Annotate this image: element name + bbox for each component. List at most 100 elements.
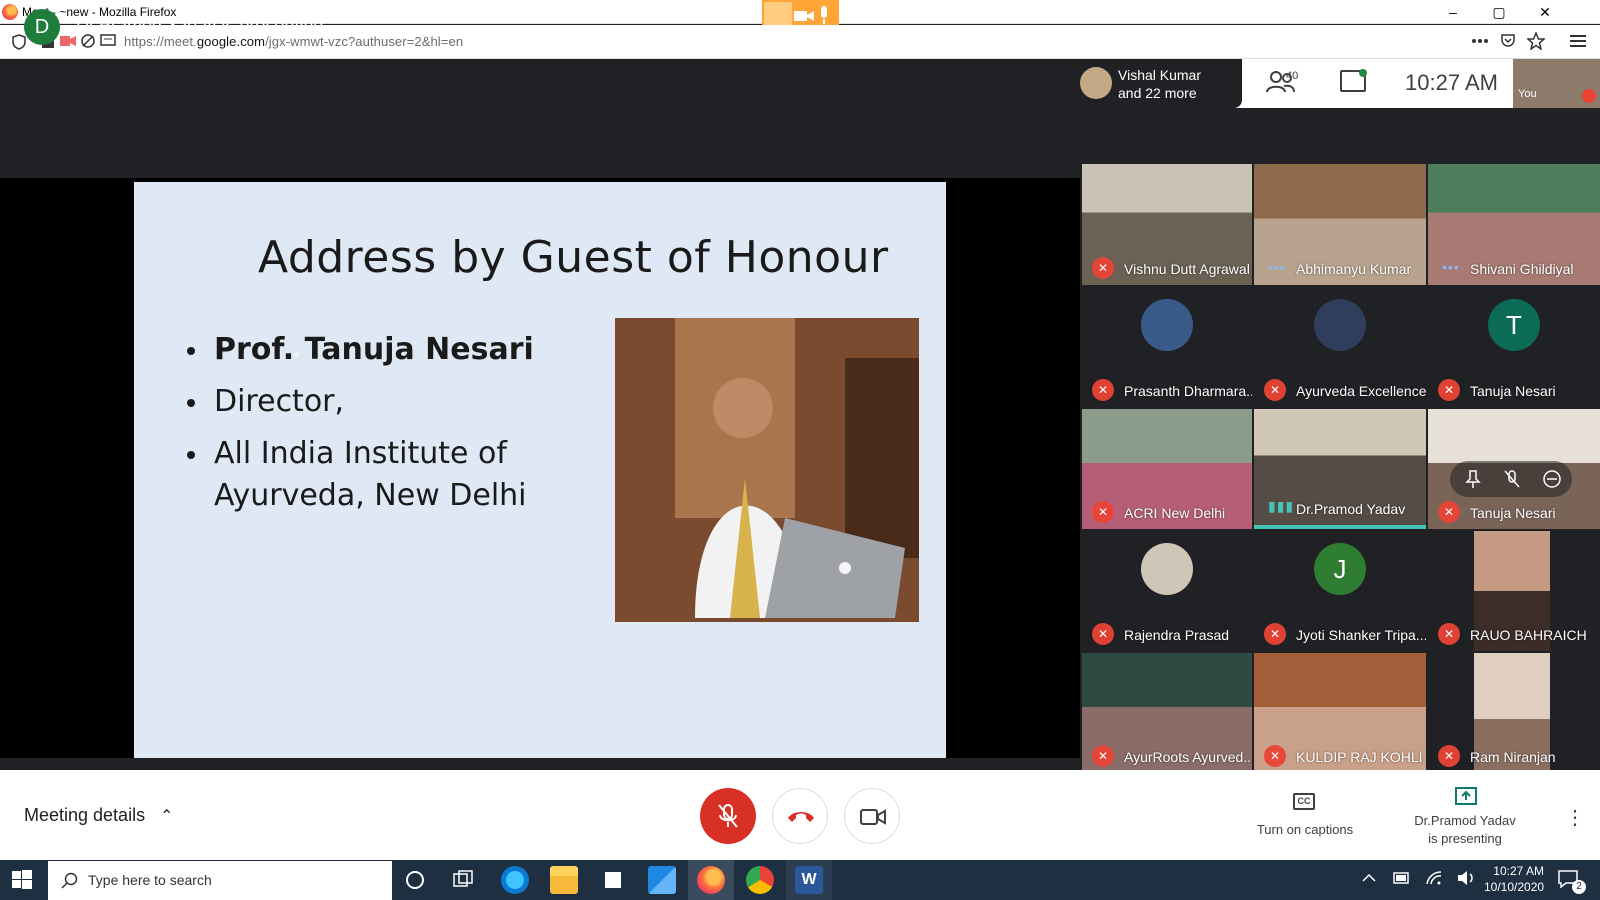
captions-icon: CC	[1293, 793, 1315, 810]
participant-tile[interactable]: ✕ Rajendra Prasad	[1082, 531, 1252, 651]
participant-tile[interactable]: T ✕ Tanuja Nesari	[1428, 287, 1600, 407]
present-now-icon[interactable]	[1455, 787, 1477, 807]
presenting-status: Dr.Pramod Yadav is presenting	[76, 15, 324, 35]
taskbar-time: 10:27 AM	[1493, 864, 1544, 878]
mail-icon[interactable]	[648, 866, 676, 894]
shield-icon[interactable]	[12, 34, 26, 50]
participant-tile[interactable]: ••• Abhimanyu Kumar	[1254, 164, 1426, 285]
presenting-line2: is presenting	[1428, 831, 1502, 846]
participant-tile[interactable]: ✕ Prasanth Dharmara...	[1082, 287, 1252, 407]
more-options-icon[interactable]: ⋮	[1565, 805, 1585, 830]
mute-for-all-icon[interactable]	[1503, 469, 1521, 489]
participant-tile[interactable]: ✕ AyurRoots Ayurved...	[1082, 653, 1252, 773]
unmute-button[interactable]	[700, 788, 756, 844]
participant-name: Tanuja Nesari	[1470, 505, 1556, 521]
muted-mic-icon: ✕	[1092, 745, 1114, 767]
muted-mic-icon: ✕	[1092, 623, 1114, 645]
participant-tile[interactable]: J ✕ Jyoti Shanker Tripa...	[1254, 531, 1426, 651]
volume-icon[interactable]	[1457, 870, 1475, 886]
hamburger-menu-icon[interactable]	[1570, 34, 1586, 48]
bullet-dot	[187, 347, 195, 355]
wifi-icon[interactable]	[1425, 870, 1443, 886]
participant-name: Ayurveda Excellence	[1296, 383, 1426, 399]
remove-participant-icon[interactable]	[1542, 469, 1562, 489]
slide-title: Address by Guest of Honour	[258, 232, 889, 283]
muted-mic-icon: ✕	[1092, 257, 1114, 279]
participant-name: Shivani Ghildiyal	[1470, 261, 1574, 277]
participant-tile[interactable]: ✕ Ram Niranjan	[1428, 653, 1600, 773]
participant-name: Prasanth Dharmara...	[1124, 383, 1252, 399]
participant-tile[interactable]: ✕ ACRI New Delhi	[1082, 409, 1252, 529]
url-suffix: /jgx-wmwt-vzc?authuser=2&hl=en	[265, 34, 464, 49]
slide-bullet-institute: All India Institute of	[214, 436, 507, 471]
participant-tile-speaking[interactable]: ▮▮▮ Dr.Pramod Yadav	[1254, 409, 1426, 529]
muted-mic-icon: ✕	[1438, 623, 1460, 645]
store-icon[interactable]	[599, 866, 627, 894]
participant-tile[interactable]: ✕ RAUO BAHRAICH	[1428, 531, 1600, 651]
task-view-icon[interactable]	[452, 869, 474, 891]
captions-label[interactable]: Turn on captions	[1250, 822, 1360, 837]
word-icon[interactable]: W	[795, 866, 823, 894]
close-window-button[interactable]: ✕	[1522, 2, 1568, 22]
microphone-share-icon	[821, 6, 827, 24]
camera-icon	[860, 809, 886, 825]
participants-summary-line2: and 22 more	[1118, 85, 1197, 101]
participants-summary-text: Vishal Kumar and 22 more	[1118, 66, 1201, 102]
presenter-avatar: D	[24, 9, 60, 45]
muted-mic-icon: ✕	[1438, 379, 1460, 401]
participant-tile[interactable]: ✕ KULDIP RAJ KOHLI	[1254, 653, 1426, 773]
bookmark-star-icon[interactable]	[1527, 32, 1545, 50]
edge-icon[interactable]	[501, 866, 529, 894]
meeting-clock: 10:27 AM	[1405, 70, 1498, 95]
muted-mic-icon: ✕	[1264, 745, 1286, 767]
presenting-status-button[interactable]: Dr.Pramod Yadav is presenting	[1405, 812, 1525, 848]
firefox-icon	[2, 4, 18, 20]
pin-icon[interactable]	[1464, 469, 1482, 489]
firefox-taskbar-icon[interactable]	[697, 866, 725, 894]
participant-tile[interactable]: ✕ Ayurveda Excellence	[1254, 287, 1426, 407]
guest-photo-illustration	[615, 318, 919, 622]
cortana-icon[interactable]	[404, 869, 426, 891]
taskbar-search-placeholder: Type here to search	[88, 872, 212, 888]
participant-tile[interactable]: ••• Shivani Ghildiyal	[1428, 164, 1600, 285]
slide-bullet-name: Prof. Tanuja Nesari	[214, 332, 534, 367]
hang-up-icon	[788, 812, 814, 822]
minimize-button[interactable]: –	[1430, 2, 1476, 22]
participant-name: ACRI New Delhi	[1124, 505, 1226, 521]
guest-photo	[615, 318, 919, 622]
muted-mic-icon: ✕	[1092, 501, 1114, 523]
taskbar-clock[interactable]: 10:27 AM 10/10/2020	[1484, 863, 1544, 895]
battery-icon[interactable]	[1393, 871, 1411, 885]
presenting-line1: Dr.Pramod Yadav	[1414, 813, 1516, 828]
reader-icon[interactable]	[100, 34, 116, 48]
participant-initial-avatar: T	[1488, 299, 1540, 351]
participant-tile[interactable]: ✕ Tanuja Nesari	[1428, 409, 1600, 529]
maximize-button[interactable]: ▢	[1476, 2, 1522, 22]
muted-mic-icon: ✕	[1264, 379, 1286, 401]
participant-name: Vishnu Dutt Agrawal	[1124, 261, 1250, 277]
participant-name: KULDIP RAJ KOHLI	[1296, 749, 1423, 765]
tray-overflow-chevron-icon[interactable]	[1362, 873, 1376, 883]
chrome-icon[interactable]	[746, 866, 774, 894]
url-field[interactable]: https://meet.google.com/jgx-wmwt-vzc?aut…	[124, 34, 463, 49]
camera-toggle-button[interactable]	[844, 788, 900, 844]
windows-start-icon[interactable]	[10, 868, 34, 892]
participants-summary[interactable]: Vishal Kumar and 22 more	[1072, 59, 1242, 108]
pocket-icon[interactable]	[1500, 33, 1516, 49]
muted-mic-icon: ✕	[1092, 379, 1114, 401]
self-view-label: You	[1518, 88, 1537, 100]
camera-permission-icon[interactable]	[60, 35, 76, 47]
page-actions-icon[interactable]	[1472, 39, 1488, 43]
muted-mic-icon: ✕	[1438, 745, 1460, 767]
meeting-details-button[interactable]: Meeting details	[24, 805, 145, 826]
participant-tile[interactable]: ✕ Vishnu Dutt Agrawal	[1082, 164, 1252, 285]
muted-mic-icon: ✕	[1438, 501, 1460, 523]
bullet-dot	[187, 451, 195, 459]
leave-call-button[interactable]	[772, 788, 828, 844]
file-explorer-icon[interactable]	[550, 866, 578, 894]
speaking-indicator-icon: ▮▮▮	[1268, 498, 1295, 514]
search-icon	[61, 872, 78, 889]
participant-name: Abhimanyu Kumar	[1296, 261, 1412, 277]
chevron-up-icon[interactable]: ⌃	[160, 806, 173, 826]
chat-notification-dot	[1359, 69, 1367, 77]
